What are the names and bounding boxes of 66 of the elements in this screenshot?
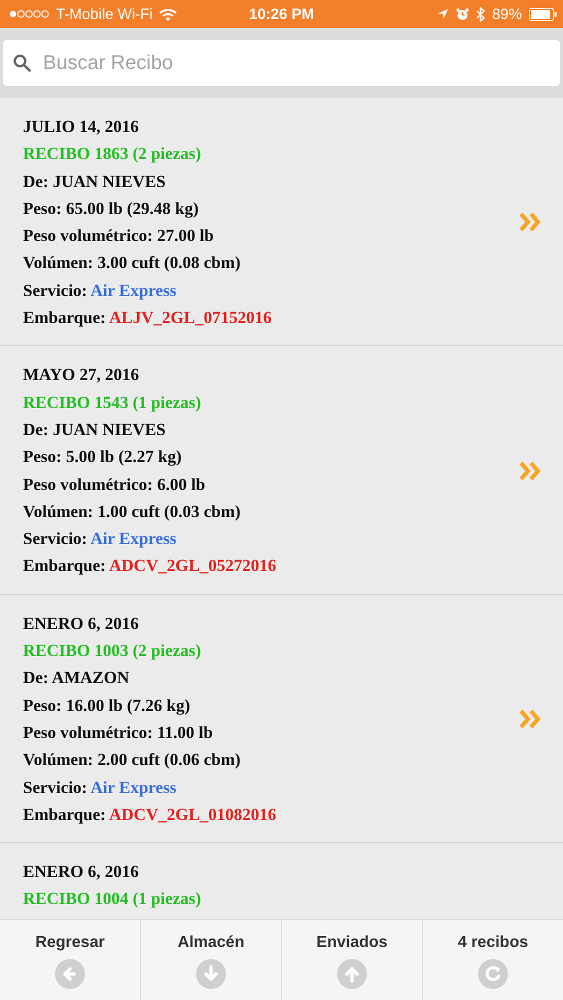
tab-button[interactable]: Regresar [0, 920, 140, 1000]
bluetooth-icon [476, 6, 485, 22]
tab-button[interactable]: Almacén [141, 920, 281, 1000]
receipt-card[interactable]: ENERO 6, 2016 RECIBO 1003 (2 piezas) De: AMAZON Peso: 16.00 lb (7.26 kg) Peso volumétrico: 11.00 lb Volúmen: 2.00 cuft (0.06 cbm) Servicio: Air Express Embarque: ADCV_2GL_01082016 [0, 594, 563, 844]
field-label: Embarque: [23, 308, 106, 328]
double-chevron-icon [519, 708, 541, 729]
field-value: 3.00 cuft (0.08 cbm) [97, 253, 241, 272]
field-value: JUAN NIEVES [52, 172, 166, 191]
field-value: 11.00 lb [157, 722, 213, 742]
receipt-date: MAYO 27, 2016 [23, 364, 140, 386]
location-icon [436, 8, 449, 20]
clock-time: 10:26 PM [248, 6, 314, 22]
field-label: Embarque: [23, 556, 106, 576]
field-value: 1.00 cuft (0.03 cbm) [97, 502, 241, 521]
field-value: 5.00 lb (2.27 kg) [66, 447, 182, 466]
receipt-card[interactable]: JULIO 14, 2016 RECIBO 1863 (2 piezas) De: JUAN NIEVES Peso: 65.00 lb (29.48 kg) Peso volumétrico: 27.00 lb Volúmen: 3.00 cuft (0.08 cbm) Servicio: Air Express Embarque: ALJV_2GL_07152016 [0, 98, 563, 346]
field-value: ALJV_2GL_07152016 [109, 308, 272, 328]
battery-percent: 89% [492, 6, 522, 22]
carrier-name: T-Mobile Wi-Fi [56, 6, 153, 22]
field-label: Peso: [23, 447, 62, 466]
field-label: Volúmen: [23, 253, 94, 272]
wifi-icon [158, 8, 177, 20]
receipt-number: RECIBO 1003 (2 piezas) [23, 640, 202, 662]
battery-icon [529, 8, 557, 20]
field-label: Embarque: [23, 804, 106, 824]
field-value: 16.00 lb (7.26 kg) [66, 696, 190, 715]
receipt-number: RECIBO 1004 (1 piezas) [23, 888, 202, 910]
double-chevron-icon [519, 212, 541, 232]
field-value: ADCV_2GL_01082016 [109, 804, 276, 824]
tab-button[interactable]: Enviados [282, 920, 422, 1000]
refresh-icon [477, 958, 509, 990]
field-label: Peso: [23, 696, 62, 715]
receipt-number: RECIBO 1863 (2 piezas) [23, 143, 202, 166]
receipt-date: ENERO 6, 2016 [23, 861, 140, 884]
receipt-date: ENERO 6, 2016 [23, 612, 140, 635]
tab-button[interactable]: 4 recibos [423, 920, 563, 1000]
field-value: AMAZON [52, 668, 130, 688]
field-value: Air Express [90, 529, 176, 548]
alarm-icon [456, 8, 469, 20]
signal-icon [8, 9, 50, 19]
field-label: Servicio: [23, 280, 88, 300]
field-value: ADCV_2GL_05272016 [109, 556, 276, 576]
field-label: Servicio: [23, 778, 88, 797]
receipt-card[interactable]: MAYO 27, 2016 RECIBO 1543 (1 piezas) De: JUAN NIEVES Peso: 5.00 lb (2.27 kg) Peso volumétrico: 6.00 lb Volúmen: 1.00 cuft (0.03 cbm) Servicio: Air Express Embarque: ADCV_2GL_05272016 [0, 346, 563, 595]
receipt-date: JULIO 14, 2016 [23, 116, 140, 138]
field-label: Volúmen: [23, 750, 94, 770]
field-label: De: [23, 420, 48, 439]
field-value: Air Express [90, 280, 176, 300]
field-value: 2.00 cuft (0.06 cbm) [97, 750, 241, 770]
field-value: 6.00 lb [157, 474, 206, 494]
receipt-card[interactable]: ENERO 6, 2016 RECIBO 1004 (1 piezas) [0, 843, 563, 919]
field-label: Peso: [23, 198, 62, 218]
field-label: De: [23, 172, 48, 191]
field-value: 27.00 lb [157, 226, 214, 246]
search-field[interactable]: Buscar Recibo [3, 40, 560, 86]
field-label: Servicio: [23, 529, 88, 548]
field-label: Peso volumétrico: [23, 226, 153, 246]
receipt-number: RECIBO 1543 (1 piezas) [23, 392, 202, 414]
field-label: Peso volumétrico: [23, 722, 153, 742]
double-chevron-icon [519, 460, 541, 481]
field-value: 65.00 lb (29.48 kg) [66, 198, 199, 218]
field-value: Air Express [90, 778, 176, 797]
field-label: Peso volumétrico: [23, 474, 153, 494]
field-label: Volúmen: [23, 502, 94, 521]
field-value: JUAN NIEVES [52, 420, 166, 439]
field-label: De: [23, 668, 48, 688]
